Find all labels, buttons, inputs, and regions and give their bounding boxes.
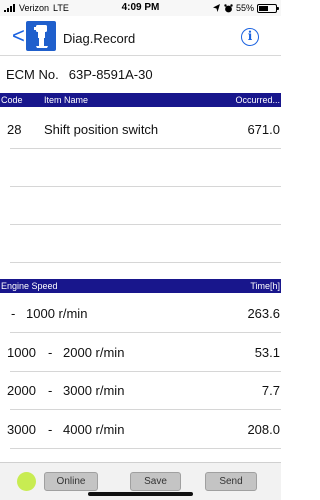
info-icon[interactable]: i (241, 28, 259, 46)
nav-bar: < Diag.Record i (0, 16, 281, 56)
table-row[interactable]: 28 Shift position switch 671.0 (0, 122, 281, 138)
row-divider (10, 371, 281, 372)
speed-from: 1000 (7, 345, 36, 360)
row-divider (10, 332, 281, 333)
online-button[interactable]: Online (44, 472, 98, 491)
diag-table-header: Code Item Name Occurred... (0, 93, 281, 107)
speed-separator: - (48, 345, 53, 360)
speed-table-header: Engine Speed Time[h] (0, 279, 281, 293)
row-divider (10, 448, 281, 449)
speed-row: 2000 - 3000 r/min 7.7 (0, 383, 281, 399)
speed-time: 208.0 (247, 422, 280, 437)
col-code: Code (1, 95, 23, 105)
location-icon (212, 4, 220, 12)
speed-separator: - (48, 422, 53, 437)
row-code: 28 (7, 122, 22, 137)
connection-status-icon (17, 472, 36, 491)
page-title: Diag.Record (63, 31, 136, 46)
speed-time: 263.6 (247, 306, 280, 321)
send-button[interactable]: Send (205, 472, 257, 491)
battery-icon (257, 3, 279, 13)
col-time: Time[h] (250, 281, 280, 291)
ecm-number: ECM No. 63P-8591A-30 (6, 67, 153, 82)
speed-from: 3000 (7, 422, 36, 437)
speed-time: 53.1 (254, 345, 280, 360)
row-divider (10, 409, 281, 410)
col-item-name: Item Name (44, 95, 89, 105)
row-occurred: 671.0 (247, 122, 280, 137)
alarm-icon (224, 3, 233, 12)
ecm-value: 63P-8591A-30 (68, 67, 153, 82)
status-right: 55% (212, 3, 279, 13)
speed-to: 2000 r/min (63, 345, 125, 360)
status-bar: Verizon LTE 4:09 PM 55% (0, 0, 281, 16)
back-button[interactable]: < (12, 25, 25, 47)
row-divider (10, 186, 281, 187)
ecm-label: ECM No. (6, 67, 59, 82)
speed-separator: - (48, 383, 53, 398)
row-divider (10, 262, 281, 263)
speed-row: 3000 - 4000 r/min 208.0 (0, 422, 281, 438)
row-divider (10, 224, 281, 225)
speed-separator: - (11, 306, 16, 321)
battery-percent: 55% (235, 3, 254, 13)
home-indicator[interactable] (88, 492, 193, 496)
speed-to: 4000 r/min (63, 422, 125, 437)
row-item-name: Shift position switch (44, 122, 159, 137)
col-occurred: Occurred... (235, 95, 280, 105)
save-button[interactable]: Save (130, 472, 181, 491)
speed-time: 7.7 (261, 383, 280, 398)
speed-row: 1000 - 2000 r/min 53.1 (0, 345, 281, 361)
speed-row: - 1000 r/min 263.6 (0, 306, 281, 322)
col-engine-speed: Engine Speed (1, 281, 58, 291)
row-divider (10, 148, 281, 149)
engine-logo-icon (26, 21, 56, 51)
speed-to: 3000 r/min (63, 383, 125, 398)
speed-to: 1000 r/min (26, 306, 88, 321)
speed-from: 2000 (7, 383, 36, 398)
